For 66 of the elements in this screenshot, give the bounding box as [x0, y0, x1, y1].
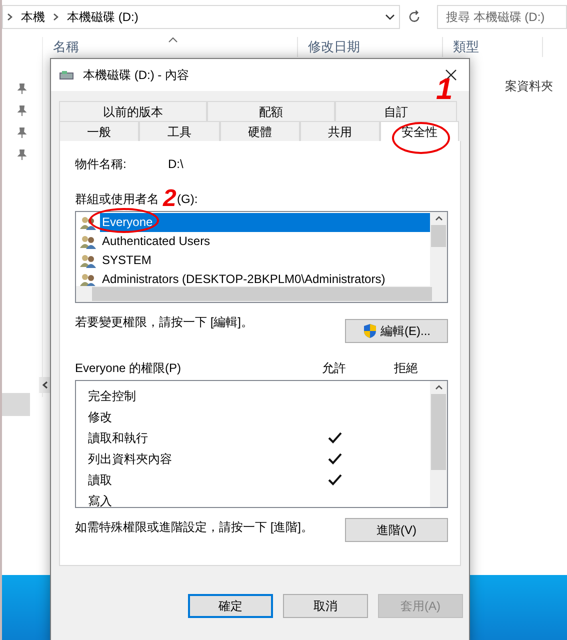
file-type-text: 案資料夾 [505, 78, 553, 95]
user-item[interactable]: Authenticated Users [100, 232, 210, 251]
shield-icon [362, 323, 376, 339]
user-group-icon [80, 216, 96, 230]
edit-hint-text: 若要變更權限，請按一下 [編輯]。 [75, 314, 254, 331]
tab[interactable]: 配額 [207, 101, 335, 121]
selected-tab[interactable]: 安全性 [380, 121, 459, 141]
user-group-icon [80, 254, 96, 268]
pin-icon[interactable] [17, 127, 27, 139]
user-item[interactable]: Everyone [100, 213, 430, 232]
user-item[interactable]: SYSTEM [100, 251, 152, 270]
scroll-up-icon[interactable] [434, 385, 442, 390]
groups-label: 群組或使用者名 [75, 191, 159, 208]
allow-column-header: 允許 [322, 360, 347, 377]
scroll-up-icon[interactable] [434, 216, 442, 221]
breadcrumb-item[interactable]: 本機 [21, 8, 45, 26]
edit-button[interactable]: 編輯(E)... [345, 319, 448, 343]
permission-name: 寫入 [88, 492, 113, 507]
object-name-value: D:\ [168, 156, 184, 173]
tab[interactable]: 硬體 [220, 121, 300, 141]
tab[interactable]: 自訂 [335, 101, 457, 121]
scroll-left-button[interactable] [39, 377, 51, 393]
tab[interactable]: 一般 [59, 121, 139, 141]
tab[interactable]: 共用 [300, 121, 380, 141]
permissions-label: Everyone 的權限(P) [75, 360, 182, 377]
chevron-left-icon [42, 381, 48, 389]
advanced-button[interactable]: 進階(V) [345, 518, 448, 542]
advanced-hint-text: 如需特殊權限或進階設定，請按一下 [進階]。 [75, 519, 314, 536]
vertical-scrollbar[interactable] [430, 212, 447, 286]
chevron-right-icon [7, 13, 13, 21]
chevron-right-icon [53, 13, 59, 21]
dialog-title: 本機磁碟 (D:) - 內容 [83, 67, 190, 84]
user-item[interactable]: Administrators (DESKTOP-2BKPLM0\Administrators) [100, 270, 386, 286]
tab[interactable]: 工具 [139, 121, 220, 141]
permission-name: 修改 [88, 408, 113, 426]
user-group-icon [80, 272, 96, 286]
user-list[interactable]: Everyone Authenticated Users SYSTEM Administrators (DESKTOP-2BKPLM0\Administrators) [75, 211, 448, 303]
object-name-label: 物件名稱: [75, 156, 128, 173]
vertical-scrollbar[interactable] [430, 381, 447, 507]
annotation-number: 2 [163, 186, 176, 212]
dialog-button[interactable]: 確定 [188, 594, 273, 618]
address-bar[interactable]: 本機 本機磁碟 (D:) [2, 5, 400, 29]
pin-icon[interactable] [17, 83, 27, 95]
pin-icon[interactable] [17, 105, 27, 117]
search-field[interactable]: 搜尋 本機磁碟 (D:) [437, 5, 567, 29]
breadcrumb-item[interactable]: 本機磁碟 (D:) [67, 8, 138, 26]
chevron-down-icon[interactable] [384, 13, 394, 21]
tab[interactable]: 以前的版本 [59, 101, 207, 121]
column-header[interactable]: 修改日期 [308, 37, 360, 56]
permission-name: 讀取和執行 [88, 430, 149, 446]
groups-label-suffix: (G): [177, 191, 198, 208]
column-header[interactable]: 類型 [453, 37, 479, 56]
column-header[interactable]: 名稱 [53, 37, 79, 56]
annotation-circle [89, 208, 159, 233]
permission-name: 完全控制 [88, 388, 137, 404]
permission-name: 讀取 [88, 472, 113, 488]
user-group-icon [80, 234, 96, 248]
drive-icon [59, 69, 75, 81]
annotation-circle [392, 122, 450, 154]
sidebar-selection [2, 393, 30, 416]
deny-column-header: 拒絕 [394, 360, 418, 377]
refresh-icon[interactable] [408, 10, 421, 24]
horizontal-scrollbar[interactable] [76, 286, 447, 302]
pin-icon[interactable] [17, 149, 27, 161]
dialog-button[interactable]: 取消 [283, 594, 368, 618]
permission-name: 列出資料夾內容 [88, 450, 173, 468]
